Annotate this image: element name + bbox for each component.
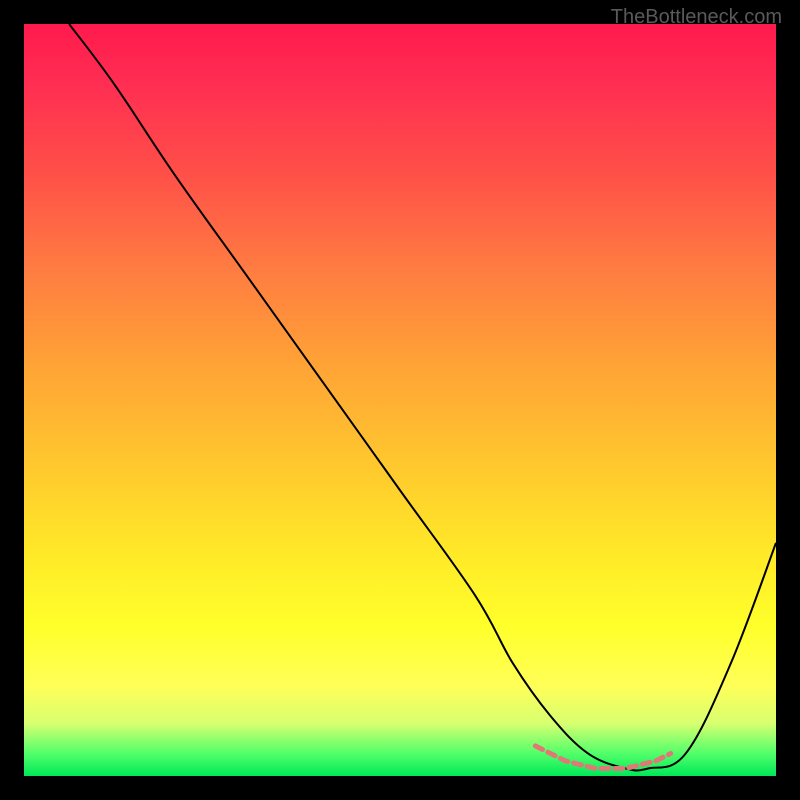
watermark-text: TheBottleneck.com (611, 6, 782, 29)
chart-container (24, 24, 776, 776)
bottleneck-curve-path (69, 24, 776, 771)
optimal-range-markers (535, 746, 670, 769)
curve-svg (24, 24, 776, 776)
optimal-range-path (535, 746, 670, 769)
